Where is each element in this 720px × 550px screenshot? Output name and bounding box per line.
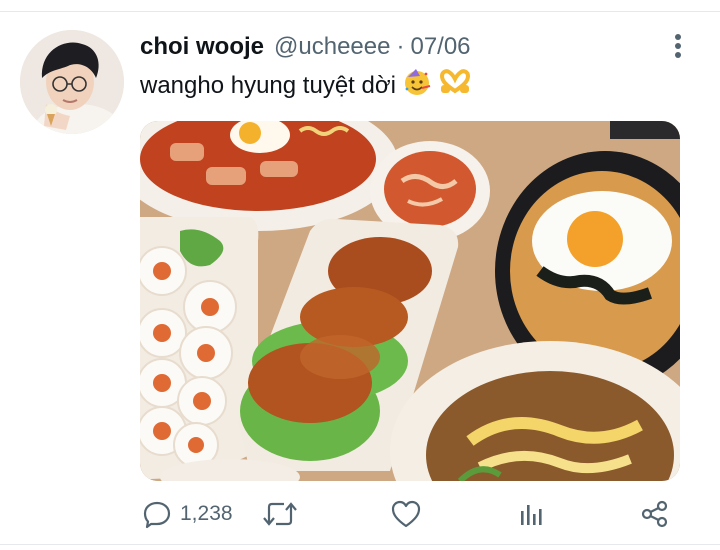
party-face-emoji	[402, 67, 432, 104]
heart-icon	[391, 500, 421, 528]
more-options-icon[interactable]	[668, 34, 688, 60]
share-icon	[641, 500, 668, 528]
analytics-icon	[521, 505, 542, 525]
analytics-button[interactable]	[516, 498, 546, 530]
reply-button[interactable]: 1,238	[142, 498, 233, 530]
avatar-image	[20, 30, 124, 134]
tweet-text-content: wangho hyung tuyệt dời	[140, 71, 396, 99]
separator: ·	[396, 33, 405, 60]
heart-hands-emoji	[438, 67, 472, 104]
bottom-divider	[0, 544, 720, 545]
tweet-date[interactable]: 07/06	[410, 33, 470, 61]
tweet-text: wangho hyung tuyệt dời	[140, 67, 472, 104]
author-handle[interactable]: @ucheeee	[274, 33, 390, 61]
tweet-header: choi wooje @ucheeee · 07/06	[140, 33, 471, 63]
tweet-photo[interactable]	[140, 121, 680, 481]
reply-bubble-icon	[143, 501, 171, 529]
retweet-icon	[263, 502, 297, 526]
food-photo-image	[140, 121, 680, 481]
author-name[interactable]: choi wooje	[140, 33, 264, 61]
avatar[interactable]	[20, 30, 124, 134]
reply-count: 1,238	[180, 502, 233, 525]
like-button[interactable]	[390, 498, 422, 530]
top-divider	[0, 11, 720, 12]
retweet-button[interactable]	[262, 498, 298, 530]
share-button[interactable]	[640, 498, 670, 530]
action-bar: 1,238	[140, 498, 680, 530]
